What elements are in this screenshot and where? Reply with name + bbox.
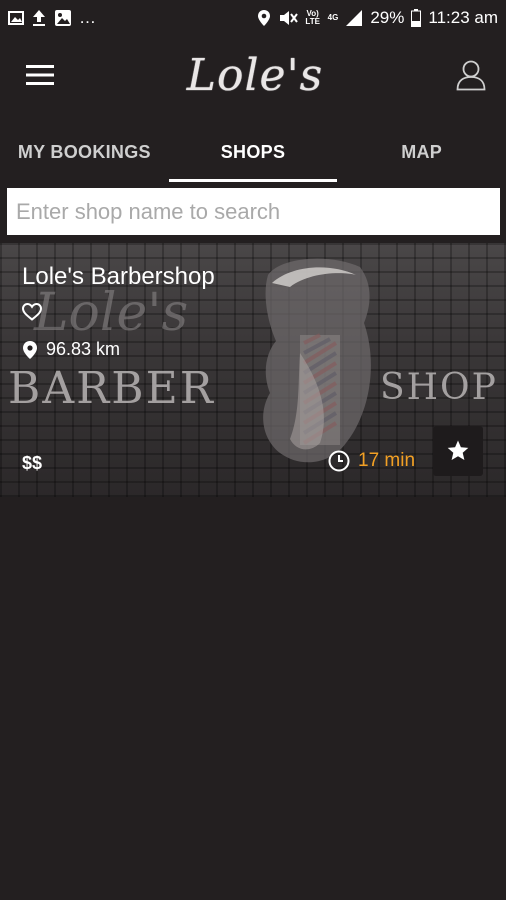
sign-script-text: Lole's	[34, 283, 189, 343]
location-pin-icon	[22, 340, 38, 360]
star-button[interactable]	[433, 426, 483, 476]
image-icon	[8, 10, 24, 26]
status-bar-system: Vo) LTE 4G 29% 11:23 am	[257, 8, 498, 28]
gallery-icon	[54, 9, 72, 27]
barber-face-graphic	[263, 258, 371, 463]
app-bar: Lole's	[0, 36, 506, 114]
shop-name: Lole's Barbershop	[22, 263, 215, 290]
upload-icon	[31, 9, 47, 27]
menu-icon[interactable]	[26, 64, 54, 86]
star-icon	[446, 439, 470, 463]
app-logo: Lole's	[186, 49, 324, 101]
battery-percent: 29%	[370, 8, 405, 27]
status-bar: … Vo) LTE 4G 29% 11:23 am	[0, 0, 506, 36]
tab-my-bookings[interactable]: MY BOOKINGS	[0, 122, 169, 182]
battery-icon	[411, 9, 422, 27]
location-icon	[257, 9, 271, 27]
tab-shops[interactable]: SHOPS	[168, 122, 338, 182]
distance-value: 96.83 km	[46, 339, 121, 359]
network-type-icon: 4G	[327, 13, 339, 22]
mute-icon	[278, 9, 298, 27]
tab-bar: MY BOOKINGS SHOPS MAP	[0, 122, 506, 182]
shop-search-input[interactable]	[7, 188, 500, 235]
tab-map[interactable]: MAP	[337, 122, 506, 182]
signal-icon	[345, 9, 363, 27]
status-bar-notifications: …	[8, 8, 96, 28]
volte-icon: Vo) LTE	[305, 9, 320, 26]
wait-time-value: 17 min	[358, 450, 416, 471]
shop-card[interactable]: Lole's BARBER SHOP Lole's Barbershop 96.…	[0, 243, 506, 497]
price-level: $$	[22, 453, 43, 473]
wait-time: 17 min	[328, 450, 415, 472]
profile-icon[interactable]	[456, 59, 486, 91]
clock-icon	[328, 450, 350, 472]
sign-barber-text: BARBER	[8, 363, 215, 414]
favorite-heart-icon[interactable]	[21, 302, 43, 326]
more-notifications-icon: …	[79, 8, 96, 27]
sign-shop-text: SHOP	[380, 367, 498, 408]
shop-distance: 96.83 km	[22, 339, 120, 360]
status-time: 11:23 am	[428, 8, 498, 27]
